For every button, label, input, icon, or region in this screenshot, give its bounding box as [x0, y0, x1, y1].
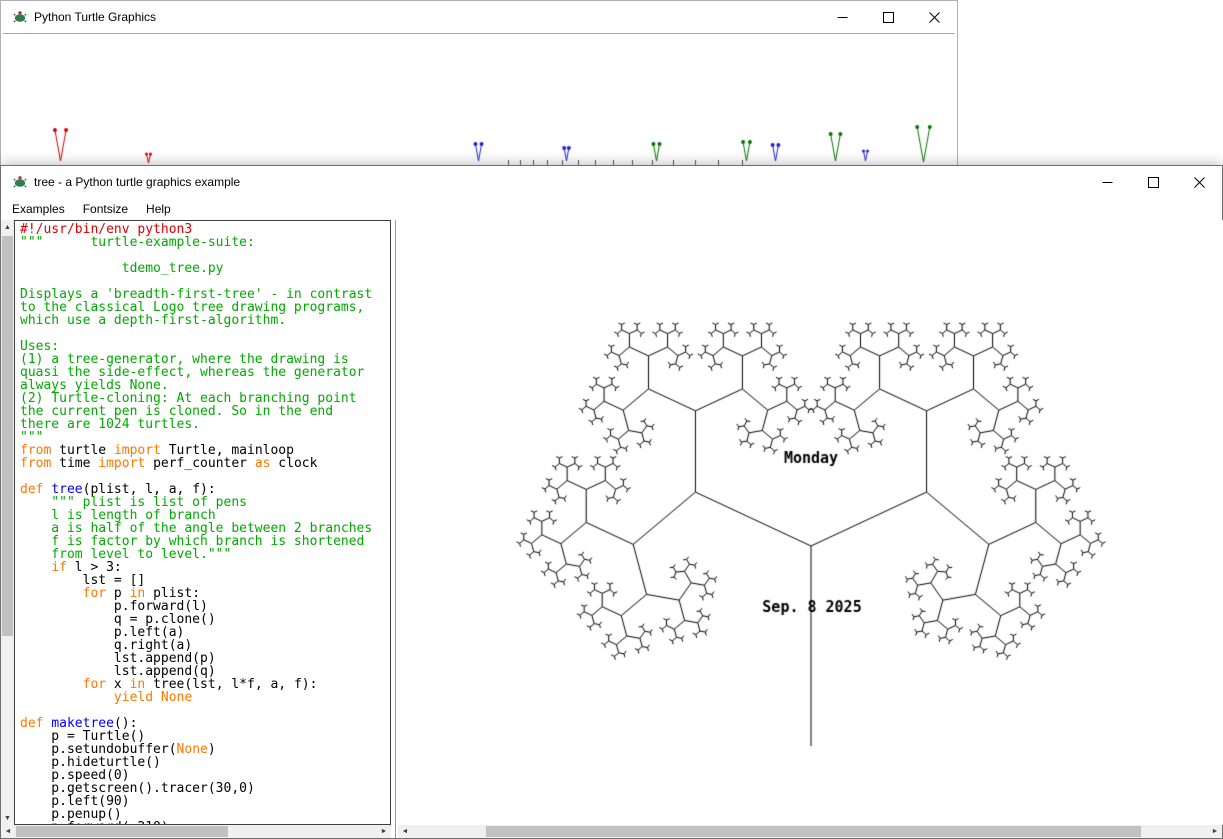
- maximize-button[interactable]: [1130, 166, 1176, 198]
- maximize-icon: [883, 12, 894, 23]
- turtle-app-icon: [12, 9, 28, 25]
- scroll-down-icon: ▼: [4, 815, 11, 822]
- close-button[interactable]: [1176, 166, 1222, 198]
- close-button[interactable]: [911, 1, 957, 33]
- code-area: #!/usr/bin/env python3""" turtle-example…: [20, 223, 390, 825]
- turtle-graphics-pane: [398, 220, 1223, 825]
- scroll-left-icon: ◄: [5, 828, 12, 835]
- back-window-controls: [819, 1, 957, 33]
- scroll-down-button[interactable]: ▼: [1, 811, 14, 825]
- canvas-horizontal-scrollbar[interactable]: ◄ ►: [398, 825, 1222, 838]
- maximize-icon: [1148, 177, 1159, 188]
- code-hscroll-thumb[interactable]: [16, 826, 228, 837]
- code-horizontal-scrollbar[interactable]: ◄ ►: [1, 825, 391, 838]
- scroll-left-button[interactable]: ◄: [398, 825, 412, 838]
- code-line: there are 1024 turtles.: [20, 418, 390, 431]
- menu-examples[interactable]: Examples: [3, 199, 74, 219]
- scroll-right-button[interactable]: ►: [377, 825, 391, 838]
- code-viewer[interactable]: #!/usr/bin/env python3""" turtle-example…: [14, 220, 391, 825]
- back-titlebar[interactable]: Python Turtle Graphics: [1, 1, 957, 33]
- desktop: { "icons": { "scroll_up": "▲", "scroll_d…: [0, 0, 1223, 839]
- menu-fontsize[interactable]: Fontsize: [74, 199, 137, 219]
- menubar: Examples Fontsize Help: [1, 198, 1222, 220]
- turtle-app-icon: [12, 174, 28, 190]
- maximize-button[interactable]: [865, 1, 911, 33]
- code-vscroll-thumb[interactable]: [2, 236, 13, 636]
- menu-help[interactable]: Help: [137, 199, 180, 219]
- scroll-left-button[interactable]: ◄: [1, 825, 15, 838]
- minimize-button[interactable]: [819, 1, 865, 33]
- close-icon: [1194, 177, 1205, 188]
- scroll-up-button[interactable]: ▲: [1, 220, 14, 234]
- code-line: [20, 327, 390, 340]
- code-line: from time import perf_counter as clock: [20, 457, 390, 470]
- front-window-content: ▲ ▼ #!/usr/bin/env python3""" turtle-exa…: [1, 220, 1222, 838]
- pane-divider[interactable]: [395, 220, 396, 838]
- code-line: yield None: [20, 691, 390, 704]
- code-vertical-scrollbar[interactable]: ▲ ▼: [1, 220, 14, 825]
- code-line: tdemo_tree.py: [20, 262, 390, 275]
- front-titlebar[interactable]: tree - a Python turtle graphics example: [1, 166, 1222, 198]
- close-icon: [929, 12, 940, 23]
- scroll-right-button[interactable]: ►: [1208, 825, 1222, 838]
- front-window: tree - a Python turtle graphics example …: [0, 165, 1223, 839]
- minimize-button[interactable]: [1084, 166, 1130, 198]
- turtle-canvas-surface: [398, 220, 1223, 825]
- code-line: """ turtle-example-suite:: [20, 236, 390, 249]
- front-window-controls: [1084, 166, 1222, 198]
- scroll-right-icon: ►: [1212, 828, 1219, 835]
- front-window-title: tree - a Python turtle graphics example: [34, 166, 240, 198]
- canvas-hscroll-thumb[interactable]: [486, 826, 1141, 837]
- back-canvas-surface: [3, 34, 955, 168]
- minimize-icon: [837, 12, 848, 23]
- scroll-right-icon: ►: [381, 828, 388, 835]
- code-line: which use a depth-first-algorithm.: [20, 314, 390, 327]
- back-window-title: Python Turtle Graphics: [34, 1, 156, 33]
- scroll-left-icon: ◄: [402, 828, 409, 835]
- scroll-up-icon: ▲: [4, 224, 11, 231]
- minimize-icon: [1102, 177, 1113, 188]
